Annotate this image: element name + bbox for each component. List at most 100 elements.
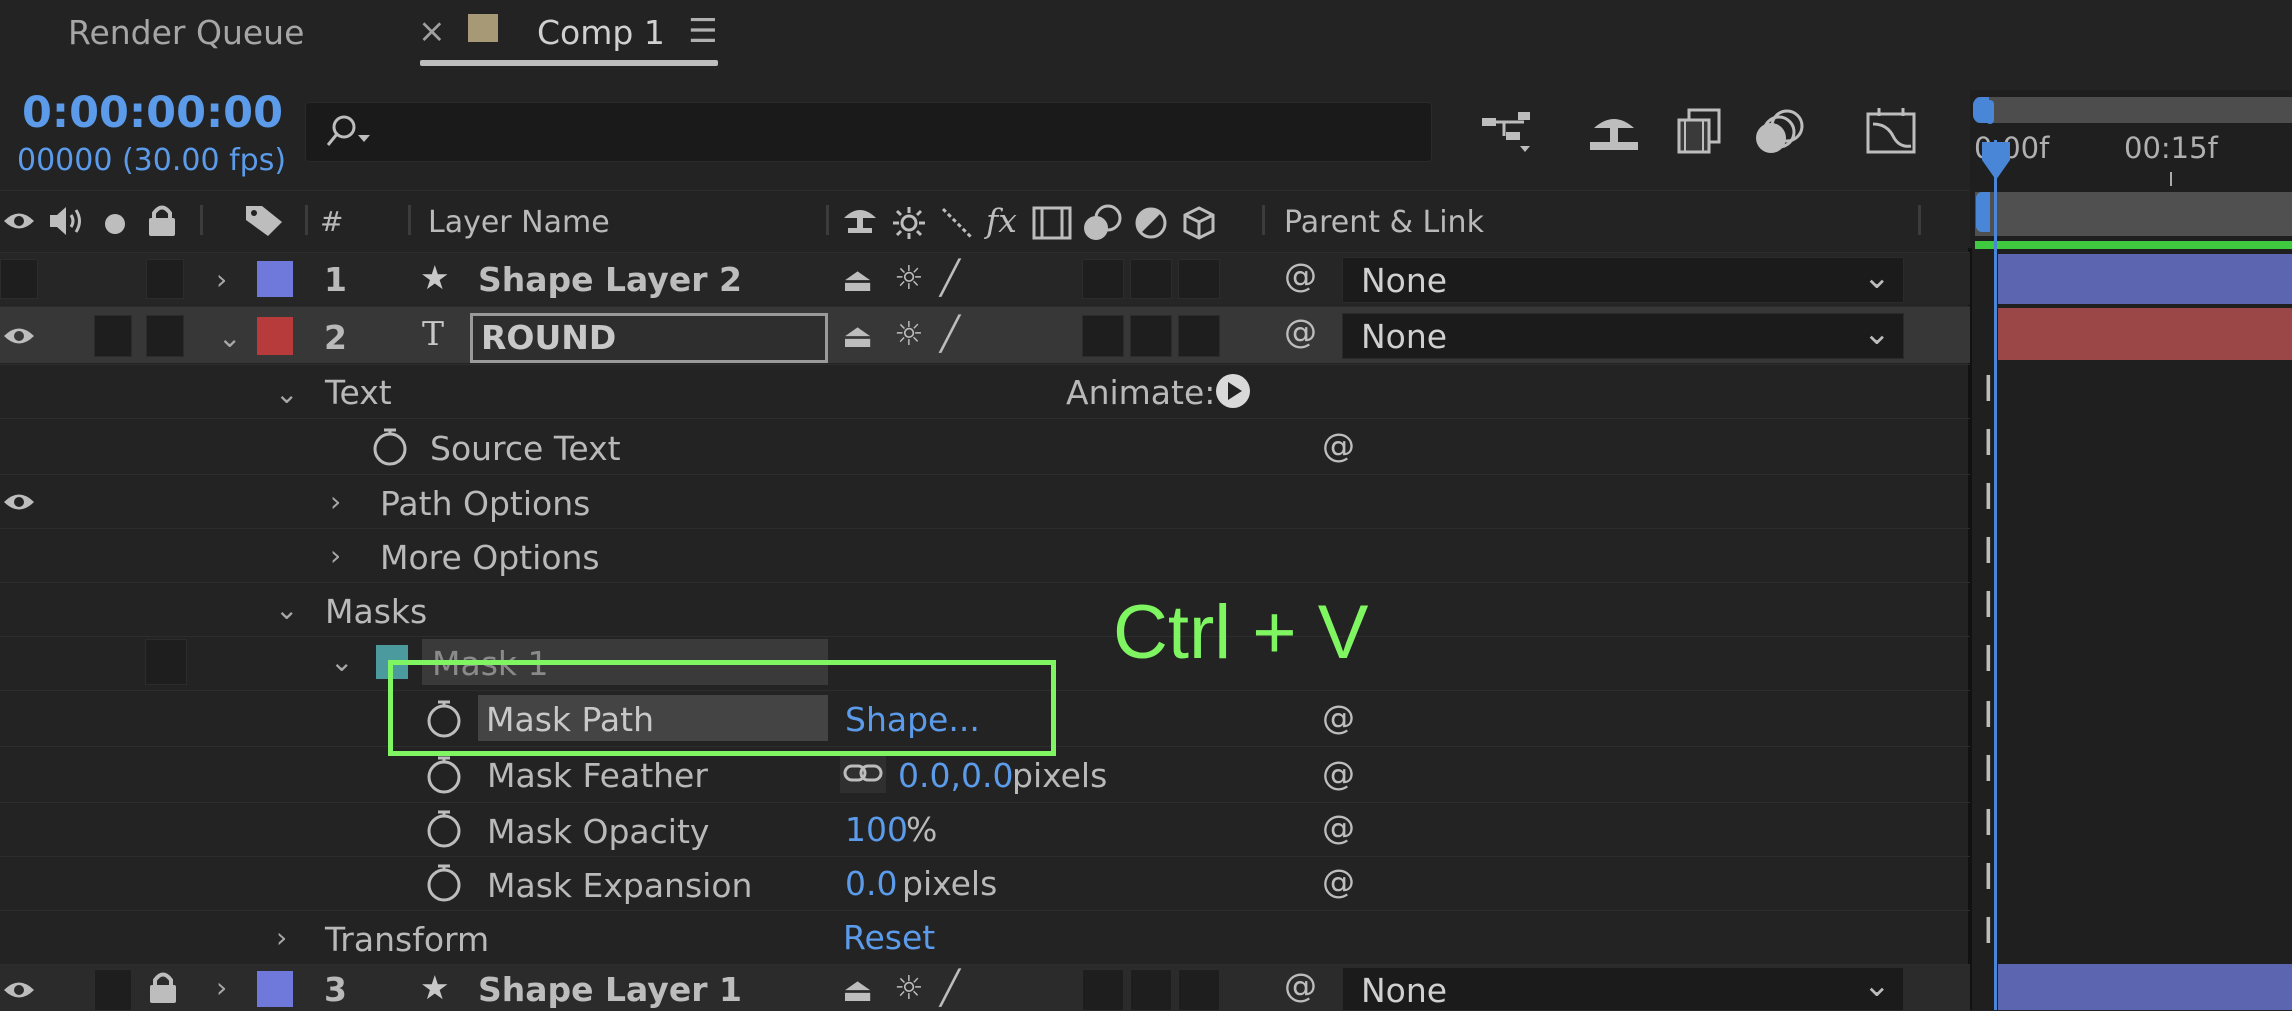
parent-dropdown[interactable]: None ⌄ xyxy=(1342,967,1904,1011)
pick-whip-icon[interactable]: @ xyxy=(1284,315,1317,348)
column-divider[interactable] xyxy=(1918,205,1921,235)
frame-blend-column-icon[interactable] xyxy=(1032,206,1072,244)
property-mask-opacity[interactable]: Mask Opacity xyxy=(487,815,709,848)
quality-switch-icon[interactable]: ╱ xyxy=(940,317,960,350)
layer-row-selected[interactable]: ⌄ 2 T ROUND ⏏ ☼ ╱ @ None ⌄ xyxy=(0,306,1970,363)
frame-blending-icon[interactable] xyxy=(1675,106,1725,160)
layer-name[interactable]: Shape Layer 1 xyxy=(478,973,742,1006)
collapse-sun-icon[interactable] xyxy=(892,206,926,244)
column-divider[interactable] xyxy=(826,205,829,235)
column-layer-name[interactable]: Layer Name xyxy=(428,208,610,238)
layer-label-color[interactable] xyxy=(257,317,293,355)
chevron-down-icon[interactable]: ⌄ xyxy=(275,593,298,626)
shy-switch-icon[interactable]: ⏏ xyxy=(842,973,873,1006)
keyframe-marker[interactable]: I xyxy=(1983,642,1994,678)
switch-box[interactable] xyxy=(1130,315,1172,357)
column-parent-link[interactable]: Parent & Link xyxy=(1284,208,1484,238)
collapse-switch-icon[interactable]: ☼ xyxy=(894,971,924,1004)
composition-flowchart-icon[interactable] xyxy=(1480,108,1536,162)
tab-render-queue[interactable]: Render Queue xyxy=(68,16,304,49)
keyframe-marker[interactable]: I xyxy=(1983,588,1994,624)
layer-name[interactable]: Shape Layer 2 xyxy=(478,263,742,296)
chevron-right-icon[interactable]: › xyxy=(330,485,341,518)
playhead-line[interactable] xyxy=(1994,140,1997,1010)
layer-bar-2[interactable] xyxy=(1998,308,2292,360)
stopwatch-icon[interactable] xyxy=(426,863,462,907)
mask-expansion-value[interactable]: 0.0 xyxy=(845,867,897,900)
mask-feather-value[interactable]: 0.0,0.0 xyxy=(898,759,1013,792)
property-group-masks[interactable]: Masks xyxy=(325,595,427,628)
chevron-right-icon[interactable]: › xyxy=(276,921,287,954)
column-divider[interactable] xyxy=(305,205,308,235)
panel-menu-icon[interactable]: ☰ xyxy=(688,14,718,47)
quality-switch-icon[interactable]: ╱ xyxy=(940,971,960,1004)
keyframe-marker[interactable]: I xyxy=(1983,752,1994,788)
property-group-path-options[interactable]: Path Options xyxy=(380,487,590,520)
mask-opacity-value[interactable]: 100 xyxy=(845,813,908,846)
stopwatch-icon[interactable] xyxy=(426,809,462,853)
expression-pick-whip-icon[interactable]: @ xyxy=(1322,811,1355,844)
switch-box[interactable] xyxy=(1130,969,1172,1011)
lock-switch-box[interactable] xyxy=(146,259,184,299)
motion-blur-icon[interactable] xyxy=(1755,108,1807,160)
speaker-icon[interactable] xyxy=(48,205,84,241)
motion-blur-column-icon[interactable] xyxy=(1080,204,1124,248)
expression-pick-whip-icon[interactable]: @ xyxy=(1322,701,1355,734)
keyframe-marker[interactable]: I xyxy=(1983,698,1994,734)
property-group-transform[interactable]: Transform xyxy=(325,923,489,956)
tab-comp-1[interactable]: Comp 1 xyxy=(537,16,665,49)
keyframe-marker[interactable]: I xyxy=(1983,426,1994,462)
pick-whip-icon[interactable]: @ xyxy=(1284,969,1317,1002)
solo-switch-box[interactable] xyxy=(94,969,132,1011)
current-time-display[interactable]: 0:00:00:00 xyxy=(22,92,283,135)
property-mask-expansion[interactable]: Mask Expansion xyxy=(487,869,752,902)
switch-box[interactable] xyxy=(1178,969,1220,1011)
stopwatch-icon[interactable] xyxy=(426,755,462,799)
eye-icon[interactable] xyxy=(2,208,36,238)
lock-icon[interactable] xyxy=(148,971,178,1009)
shy-icon[interactable] xyxy=(840,206,880,240)
layer-label-color[interactable] xyxy=(257,261,293,297)
eye-icon[interactable] xyxy=(2,489,36,519)
chevron-down-icon[interactable]: ⌄ xyxy=(275,377,298,410)
property-group-more-options[interactable]: More Options xyxy=(380,541,600,574)
playhead-handle[interactable] xyxy=(1980,140,2012,188)
quality-switch-icon[interactable]: ╱ xyxy=(940,261,960,294)
parent-dropdown[interactable]: None ⌄ xyxy=(1342,257,1904,303)
eye-icon[interactable] xyxy=(2,977,36,1007)
collapse-switch-icon[interactable]: ☼ xyxy=(894,261,924,294)
expression-pick-whip-icon[interactable]: @ xyxy=(1322,865,1355,898)
property-mask-feather[interactable]: Mask Feather xyxy=(487,759,708,792)
column-number[interactable]: # xyxy=(320,208,343,236)
property-group-text[interactable]: Text xyxy=(325,376,392,409)
stopwatch-icon[interactable] xyxy=(372,427,408,471)
lock-switch-box[interactable] xyxy=(146,315,184,357)
layer-bar-1[interactable] xyxy=(1998,254,2292,304)
column-divider[interactable] xyxy=(1262,205,1265,235)
expression-pick-whip-icon[interactable]: @ xyxy=(1322,757,1355,790)
constrain-link-icon[interactable] xyxy=(840,753,886,797)
collapse-switch-icon[interactable]: ☼ xyxy=(894,317,924,350)
switch-box[interactable] xyxy=(1130,259,1172,299)
chevron-right-icon[interactable]: › xyxy=(330,539,341,572)
chevron-down-icon[interactable]: ⌄ xyxy=(330,645,353,678)
keyframe-marker[interactable]: I xyxy=(1983,914,1994,950)
keyframe-marker[interactable]: I xyxy=(1983,372,1994,408)
switch-box[interactable] xyxy=(1178,259,1220,299)
expression-pick-whip-icon[interactable]: @ xyxy=(1322,429,1355,462)
effects-fx-icon[interactable]: fx xyxy=(986,204,1017,237)
layer-row[interactable]: › 3 ★ Shape Layer 1 ⏏ ☼ ╱ @ None ⌄ xyxy=(0,964,1970,1011)
layer-name-field[interactable]: ROUND xyxy=(470,313,828,363)
graph-editor-icon[interactable] xyxy=(1865,106,1919,160)
close-icon[interactable]: × xyxy=(418,14,446,47)
eye-icon[interactable] xyxy=(2,323,36,353)
switch-box[interactable] xyxy=(1178,315,1220,357)
switch-box[interactable] xyxy=(1082,315,1124,357)
keyframe-marker[interactable]: I xyxy=(1983,860,1994,896)
layer-label-color[interactable] xyxy=(257,971,293,1007)
keyframe-marker[interactable]: I xyxy=(1983,480,1994,516)
chevron-down-icon[interactable]: ⌄ xyxy=(218,321,241,354)
property-source-text[interactable]: Source Text xyxy=(430,432,621,465)
chevron-right-icon[interactable]: › xyxy=(216,971,227,1004)
adjustment-layer-icon[interactable] xyxy=(1134,206,1168,244)
